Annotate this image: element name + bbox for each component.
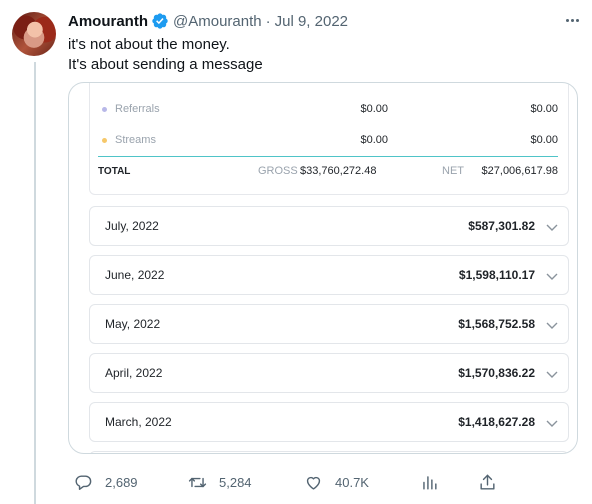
retweet-icon (188, 477, 207, 487)
gross-value: $33,760,272.48 (300, 165, 377, 177)
like-button[interactable]: 40.7K (304, 470, 369, 494)
summary-row-label: Referrals (115, 103, 160, 115)
earnings-summary-card: Referrals $0.00 $0.00 Streams $0.00 $0.0… (89, 83, 569, 195)
author-handle[interactable]: @Amouranth (173, 13, 262, 30)
gross-label: GROSS (258, 165, 298, 177)
chevron-down-icon (546, 224, 558, 231)
tweet-actions: 2,689 5,284 40.7K (68, 470, 508, 494)
summary-row-referrals: Referrals $0.00 $0.00 (98, 99, 558, 119)
month-row-may: May, 2022 $1,568,752.58 (89, 304, 569, 344)
retweet-count: 5,284 (219, 474, 252, 490)
tweet-date[interactable]: Jul 9, 2022 (275, 13, 348, 30)
share-button[interactable] (478, 470, 497, 494)
summary-row-net: $0.00 (530, 103, 558, 115)
tweet-header: Amouranth @Amouranth · Jul 9, 2022 (68, 10, 580, 32)
summary-row-gross: $0.00 (360, 134, 388, 146)
like-count: 40.7K (335, 474, 369, 490)
separator-dot: · (265, 12, 271, 30)
reply-button[interactable]: 2,689 (74, 470, 138, 494)
more-options-icon[interactable] (562, 10, 582, 30)
tweet-text: it's not about the money. It's about sen… (68, 35, 263, 75)
month-row-june: June, 2022 $1,598,110.17 (89, 255, 569, 295)
month-row-july: July, 2022 $587,301.82 (89, 206, 569, 246)
verified-badge-icon[interactable] (151, 12, 169, 30)
month-row-april: April, 2022 $1,570,836.22 (89, 353, 569, 393)
month-row-partial (89, 451, 569, 453)
chevron-down-icon (546, 322, 558, 329)
summary-row-net: $0.00 (530, 134, 558, 146)
month-amount: $1,568,752.58 (458, 317, 535, 331)
reply-count: 2,689 (105, 474, 138, 490)
month-amount: $587,301.82 (468, 219, 535, 233)
summary-row-streams: Streams $0.00 $0.00 (98, 130, 558, 150)
month-label: July, 2022 (105, 219, 159, 233)
month-label: May, 2022 (105, 317, 161, 331)
thread-line (34, 62, 36, 504)
net-value: $27,006,617.98 (481, 165, 558, 177)
month-amount: $1,418,627.28 (458, 415, 535, 429)
retweet-button[interactable]: 5,284 (188, 470, 252, 494)
month-label: April, 2022 (105, 366, 163, 380)
heart-icon (306, 476, 321, 490)
month-amount: $1,570,836.22 (458, 366, 535, 380)
month-amount: $1,598,110.17 (458, 268, 535, 282)
tweet-text-line: It's about sending a message (68, 56, 263, 73)
reply-icon (75, 474, 92, 490)
tweet-media-image[interactable]: Referrals $0.00 $0.00 Streams $0.00 $0.0… (68, 82, 578, 454)
share-icon (480, 474, 495, 490)
summary-row-gross: $0.00 (360, 103, 388, 115)
month-label: June, 2022 (105, 268, 165, 282)
tweet-text-line: it's not about the money. (68, 36, 230, 53)
month-label: March, 2022 (105, 415, 172, 429)
month-row-march: March, 2022 $1,418,627.28 (89, 402, 569, 442)
referrals-bullet (102, 106, 107, 112)
chevron-down-icon (546, 420, 558, 427)
author-name[interactable]: Amouranth (68, 13, 148, 30)
net-label: NET (442, 165, 464, 177)
total-label: TOTAL (98, 165, 131, 177)
chevron-down-icon (546, 371, 558, 378)
streams-bullet (102, 137, 107, 143)
author-avatar[interactable] (12, 12, 56, 56)
chevron-down-icon (546, 273, 558, 280)
analytics-button[interactable] (420, 470, 439, 494)
analytics-icon (423, 475, 437, 490)
summary-row-label: Streams (115, 134, 156, 146)
summary-divider (98, 156, 558, 157)
summary-total-row: TOTAL GROSS $33,760,272.48 NET $27,006,6… (98, 161, 558, 181)
